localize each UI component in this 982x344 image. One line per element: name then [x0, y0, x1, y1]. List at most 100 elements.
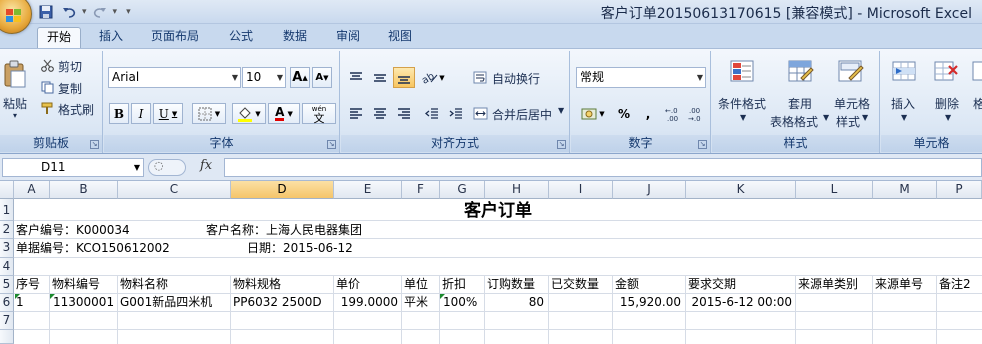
formula-bar-resize-handle[interactable]: ◌ [148, 159, 186, 176]
format-painter-button[interactable]: 格式刷 [58, 101, 94, 118]
header-cell-seq[interactable]: 序号 [16, 276, 40, 293]
column-header-i[interactable]: I [549, 181, 613, 199]
column-header-m[interactable]: M [873, 181, 937, 199]
cut-button[interactable]: 剪切 [58, 58, 82, 75]
header-cell-delivered-qty[interactable]: 已交数量 [551, 276, 599, 293]
column-header-c[interactable]: C [118, 181, 231, 199]
fill-color-button[interactable]: ▼ [232, 103, 266, 124]
document-number-cell[interactable]: 单据编号：KCO150612002 [16, 240, 170, 257]
header-cell-discount[interactable]: 折扣 [442, 276, 466, 293]
column-header-g[interactable]: G [440, 181, 485, 199]
select-all-corner[interactable] [0, 181, 14, 199]
increase-indent-button[interactable] [445, 103, 467, 124]
clipboard-launcher-icon[interactable]: ↘ [90, 140, 99, 149]
customer-name-cell[interactable]: 客户名称：上海人民电器集团 [206, 222, 362, 239]
tab-data[interactable]: 数据 [274, 27, 316, 48]
order-title[interactable]: 客户订单 [14, 200, 982, 222]
insert-function-button[interactable]: fx [200, 158, 212, 173]
grow-font-button[interactable]: A ▲ [290, 67, 310, 88]
row-header-4[interactable]: 4 [0, 258, 14, 276]
header-cell-unit[interactable]: 单位 [404, 276, 428, 293]
accounting-format-button[interactable]: ▼ [576, 103, 610, 124]
font-name-select[interactable]: Arial ▼ [108, 67, 241, 88]
row-header-3[interactable]: 3 [0, 239, 14, 258]
insert-cells-button[interactable]: 插入 [891, 95, 915, 112]
cell-order-qty[interactable]: 80 [485, 294, 544, 311]
number-launcher-icon[interactable]: ↘ [698, 140, 707, 149]
row-header-5[interactable]: 5 [0, 276, 14, 294]
format-as-table-label-top[interactable]: 套用 [788, 95, 812, 112]
borders-button[interactable]: ▼ [192, 103, 226, 124]
decrease-indent-button[interactable] [421, 103, 443, 124]
italic-button[interactable]: I [131, 103, 151, 124]
date-cell[interactable]: 日期：2015-06-12 [247, 240, 353, 257]
cell-unit[interactable]: 平米 [404, 294, 428, 311]
percent-button[interactable]: % [613, 103, 635, 124]
header-cell-order-qty[interactable]: 订购数量 [487, 276, 535, 293]
column-header-d[interactable]: D [231, 181, 334, 199]
cell-discount[interactable]: 100% [443, 294, 477, 311]
delete-dropdown-icon[interactable]: ▼ [945, 113, 951, 122]
align-top-button[interactable] [345, 67, 367, 88]
paste-dropdown-icon[interactable]: ▾ [13, 111, 17, 120]
format-as-table-button[interactable]: 表格格式 [770, 113, 818, 130]
conditional-formatting-dropdown-icon[interactable]: ▼ [740, 113, 746, 122]
merge-dropdown-icon[interactable]: ▼ [558, 106, 564, 115]
column-header-h[interactable]: H [485, 181, 549, 199]
column-header-e[interactable]: E [334, 181, 402, 199]
font-size-select[interactable]: 10 ▼ [242, 67, 286, 88]
cell-due-date[interactable]: 2015-6-12 00:00 [686, 294, 793, 311]
phonetic-button[interactable]: wén 文 [302, 103, 336, 124]
column-header-b[interactable]: B [50, 181, 118, 199]
header-cell-material-no[interactable]: 物料编号 [52, 276, 100, 293]
increase-decimal-button[interactable]: ←.0.00 [663, 103, 685, 124]
insert-dropdown-icon[interactable]: ▼ [901, 113, 907, 122]
cell-styles-label-top[interactable]: 单元格 [834, 95, 870, 112]
row-header-7[interactable]: 7 [0, 312, 14, 330]
wrap-text-button[interactable]: 自动换行 [492, 70, 540, 87]
font-color-button[interactable]: A ▼ [268, 103, 300, 124]
tab-formulas[interactable]: 公式 [220, 27, 262, 48]
column-header-k[interactable]: K [686, 181, 796, 199]
delete-cells-button[interactable]: 删除 [935, 95, 959, 112]
orientation-button[interactable]: ab ▼ [417, 67, 449, 88]
conditional-formatting-button[interactable]: 条件格式 [718, 95, 766, 112]
underline-button[interactable]: U ▼ [153, 103, 183, 124]
align-right-button[interactable] [393, 103, 415, 124]
format-as-table-dropdown-icon[interactable]: ▼ [823, 113, 829, 122]
header-cell-amount[interactable]: 金额 [615, 276, 639, 293]
column-header-l[interactable]: L [796, 181, 873, 199]
cell-styles-button[interactable]: 样式 [836, 113, 860, 130]
tab-review[interactable]: 审阅 [327, 27, 369, 48]
column-header-n[interactable]: P [937, 181, 982, 199]
decrease-decimal-button[interactable]: .00 →.0 [686, 103, 708, 124]
header-cell-source-no[interactable]: 来源单号 [875, 276, 923, 293]
row-header-1[interactable]: 1 [0, 199, 14, 221]
paste-icon[interactable] [2, 57, 28, 91]
number-format-select[interactable]: 常规 ▼ [576, 67, 706, 88]
cell-spec[interactable]: PP6032 2500D [233, 294, 322, 311]
header-cell-spec[interactable]: 物料规格 [233, 276, 281, 293]
tab-view[interactable]: 视图 [379, 27, 421, 48]
comma-button[interactable]: , [637, 103, 659, 124]
format-cells-button[interactable]: 格 [973, 95, 982, 112]
tab-home[interactable]: 开始 [37, 27, 81, 48]
font-launcher-icon[interactable]: ↘ [327, 140, 336, 149]
spreadsheet-grid[interactable]: A B C D E F G H I J K L M P 1 2 3 4 5 6 … [0, 181, 982, 344]
row-header-6[interactable]: 6 [0, 294, 14, 312]
align-center-button[interactable] [369, 103, 391, 124]
merge-center-button[interactable]: 合并后居中 [492, 106, 552, 123]
bold-button[interactable]: B [109, 103, 129, 124]
row-header-8[interactable] [0, 330, 14, 344]
header-cell-note2[interactable]: 备注2 [939, 276, 971, 293]
shrink-font-button[interactable]: A ▼ [312, 67, 332, 88]
customer-number-cell[interactable]: 客户编号：K000034 [16, 222, 130, 239]
tab-page-layout[interactable]: 页面布局 [144, 27, 206, 48]
align-middle-button[interactable] [369, 67, 391, 88]
align-bottom-button[interactable] [393, 67, 415, 88]
align-left-button[interactable] [345, 103, 367, 124]
header-cell-material-name[interactable]: 物料名称 [120, 276, 168, 293]
column-header-j[interactable]: J [613, 181, 686, 199]
header-cell-price[interactable]: 单价 [336, 276, 360, 293]
column-header-a[interactable]: A [14, 181, 50, 199]
